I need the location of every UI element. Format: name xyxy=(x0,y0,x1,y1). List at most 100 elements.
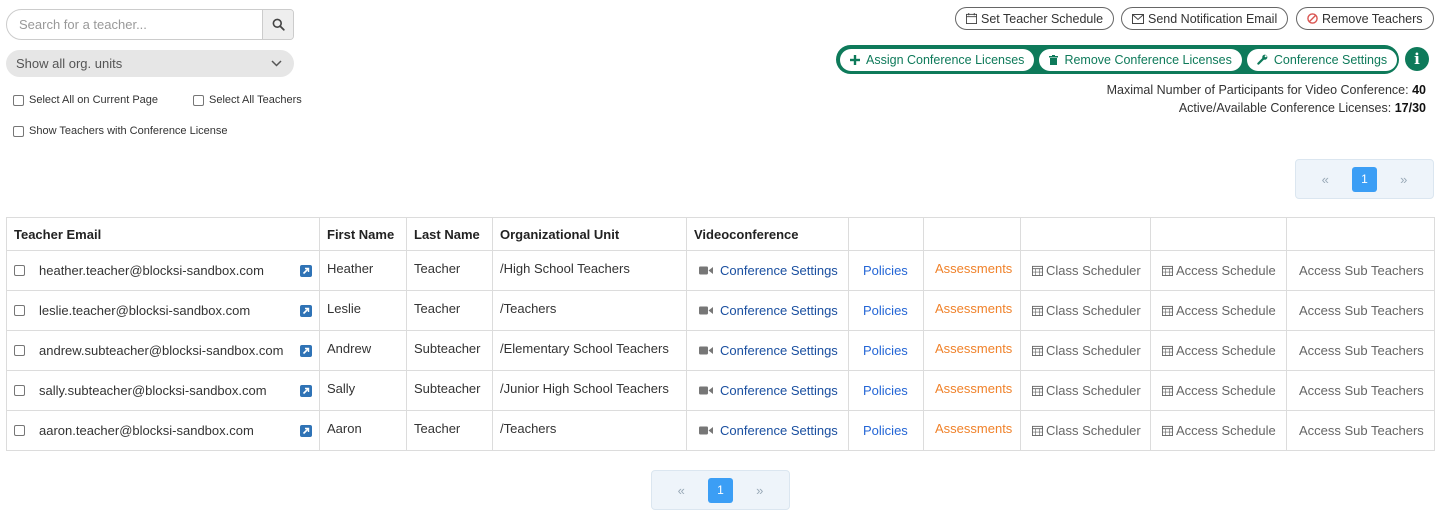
remove-licenses-button[interactable]: Remove Conference Licenses xyxy=(1039,48,1242,71)
external-link-icon[interactable] xyxy=(300,424,312,437)
page-1-button[interactable]: 1 xyxy=(1351,166,1377,192)
class-scheduler-link[interactable]: Class Scheduler xyxy=(1032,423,1141,438)
access-schedule-cell: Access Schedule xyxy=(1150,370,1287,411)
conference-settings-button[interactable]: Conference Settings xyxy=(1246,48,1398,71)
conference-settings-link[interactable]: Conference Settings xyxy=(694,383,838,398)
email-cell: andrew.subteacher@blocksi-sandbox.com xyxy=(6,330,320,371)
row-checkbox[interactable] xyxy=(14,265,25,276)
access-sub-teachers-link[interactable]: Access Sub Teachers xyxy=(1299,303,1424,318)
conference-settings-link[interactable]: Conference Settings xyxy=(694,303,838,318)
select-page-label: Select All on Current Page xyxy=(29,94,159,106)
access-sub-teachers-link[interactable]: Access Sub Teachers xyxy=(1299,263,1424,278)
calendar-icon xyxy=(1032,265,1043,276)
access-sub-teachers-link[interactable]: Access Sub Teachers xyxy=(1299,423,1424,438)
conference-settings-text: Conference Settings xyxy=(720,383,838,398)
row-checkbox[interactable] xyxy=(14,345,25,356)
teacher-email: sally.subteacher@blocksi-sandbox.com xyxy=(39,383,267,398)
calendar-icon xyxy=(1162,345,1173,356)
access-schedule-link[interactable]: Access Schedule xyxy=(1162,383,1276,398)
external-link-icon[interactable] xyxy=(300,344,312,357)
search-input[interactable] xyxy=(7,10,262,39)
set-teacher-schedule-button[interactable]: Set Teacher Schedule xyxy=(955,7,1115,30)
prev-page-button[interactable]: « xyxy=(1322,172,1329,187)
class-scheduler-text: Class Scheduler xyxy=(1046,262,1141,278)
teacher-email: andrew.subteacher@blocksi-sandbox.com xyxy=(39,343,284,358)
chevron-down-icon xyxy=(271,60,282,67)
class-scheduler-link[interactable]: Class Scheduler xyxy=(1032,303,1141,318)
show-licensed-checkbox[interactable] xyxy=(13,125,24,137)
select-page-checkbox[interactable] xyxy=(13,94,24,106)
access-sub-teachers-link[interactable]: Access Sub Teachers xyxy=(1299,343,1424,358)
table-row: leslie.teacher@blocksi-sandbox.com Lesli… xyxy=(6,290,1435,331)
access-schedule-link[interactable]: Access Schedule xyxy=(1162,343,1276,358)
policies-link[interactable]: Policies xyxy=(863,423,908,438)
external-link-icon[interactable] xyxy=(300,264,312,277)
assessments-link[interactable]: Assessments xyxy=(935,301,1012,316)
class-scheduler-text: Class Scheduler xyxy=(1046,382,1141,398)
trash-icon xyxy=(1049,54,1059,65)
policies-cell: Policies xyxy=(848,410,924,451)
first-name: Andrew xyxy=(319,330,407,371)
class-scheduler-link[interactable]: Class Scheduler xyxy=(1032,343,1141,358)
select-all-option[interactable]: Select All Teachers xyxy=(193,94,302,106)
policies-cell: Policies xyxy=(848,330,924,371)
header-videoconference: Videoconference xyxy=(686,217,849,251)
last-name: Subteacher xyxy=(406,330,493,371)
last-name: Subteacher xyxy=(406,370,493,411)
next-page-button[interactable]: » xyxy=(1400,172,1407,187)
assessments-link[interactable]: Assessments xyxy=(935,261,1012,276)
org-unit-select[interactable]: Show all org. units xyxy=(6,50,294,77)
email-cell: aaron.teacher@blocksi-sandbox.com xyxy=(6,410,320,451)
conference-settings-link[interactable]: Conference Settings xyxy=(694,343,838,358)
prev-page-button[interactable]: « xyxy=(678,483,685,498)
select-page-option[interactable]: Select All on Current Page xyxy=(13,94,158,106)
conference-settings-text: Conference Settings xyxy=(720,263,838,278)
licenses-label: Active/Available Conference Licenses: xyxy=(1178,101,1392,115)
pagination-top: « 1 » xyxy=(1295,159,1434,199)
calendar-icon xyxy=(1162,425,1173,436)
row-checkbox[interactable] xyxy=(14,425,25,436)
class-scheduler-text: Class Scheduler xyxy=(1046,342,1141,358)
policies-cell: Policies xyxy=(848,290,924,331)
policies-link[interactable]: Policies xyxy=(863,383,908,398)
class-scheduler-text: Class Scheduler xyxy=(1046,302,1141,318)
max-participants-stat: Maximal Number of Participants for Video… xyxy=(1107,83,1426,97)
send-notification-email-label: Send Notification Email xyxy=(1148,11,1278,26)
org-unit-value: Show all org. units xyxy=(16,56,123,71)
assessments-link[interactable]: Assessments xyxy=(935,381,1012,396)
assessments-link[interactable]: Assessments xyxy=(935,341,1012,356)
header-empty xyxy=(848,217,924,251)
policies-link[interactable]: Policies xyxy=(863,263,908,278)
conference-settings-link[interactable]: Conference Settings xyxy=(694,423,838,438)
plus-icon xyxy=(850,54,860,65)
assign-licenses-button[interactable]: Assign Conference Licenses xyxy=(840,48,1035,71)
class-scheduler-link[interactable]: Class Scheduler xyxy=(1032,263,1141,278)
access-schedule-link[interactable]: Access Schedule xyxy=(1162,263,1276,278)
policies-link[interactable]: Policies xyxy=(863,303,908,318)
row-checkbox[interactable] xyxy=(14,385,25,396)
search-button[interactable] xyxy=(262,10,293,39)
external-link-icon[interactable] xyxy=(300,384,312,397)
org-unit: /Junior High School Teachers xyxy=(492,370,687,411)
remove-teachers-button[interactable]: Remove Teachers xyxy=(1296,7,1434,30)
row-checkbox[interactable] xyxy=(14,305,25,316)
info-icon[interactable]: i xyxy=(1405,47,1429,71)
conference-settings-link[interactable]: Conference Settings xyxy=(694,263,838,278)
policies-link[interactable]: Policies xyxy=(863,343,908,358)
access-sub-teachers-link[interactable]: Access Sub Teachers xyxy=(1299,383,1424,398)
page-1-button[interactable]: 1 xyxy=(707,477,733,503)
access-schedule-link[interactable]: Access Schedule xyxy=(1162,303,1276,318)
assessments-link[interactable]: Assessments xyxy=(935,421,1012,436)
videoconference-cell: Conference Settings xyxy=(686,250,849,291)
header-empty xyxy=(1020,217,1151,251)
external-link-icon[interactable] xyxy=(300,304,312,317)
assessments-cell: Assessments xyxy=(923,330,1021,371)
class-scheduler-link[interactable]: Class Scheduler xyxy=(1032,383,1141,398)
select-all-checkbox[interactable] xyxy=(193,94,204,106)
next-page-button[interactable]: » xyxy=(756,483,763,498)
send-notification-email-button[interactable]: Send Notification Email xyxy=(1121,7,1289,30)
licenses-value: 17/30 xyxy=(1394,101,1426,115)
access-schedule-link[interactable]: Access Schedule xyxy=(1162,423,1276,438)
show-licensed-label: Show Teachers with Conference License xyxy=(29,125,228,137)
show-licensed-option[interactable]: Show Teachers with Conference License xyxy=(13,125,228,137)
